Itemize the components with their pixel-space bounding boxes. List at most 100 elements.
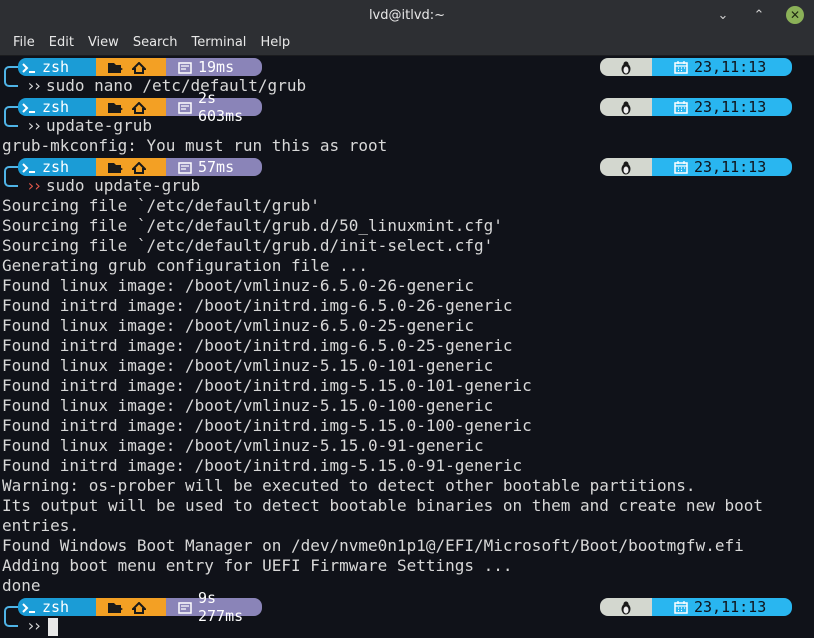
- shell-name: zsh: [42, 98, 70, 116]
- prompt-chevron-second: ›: [32, 116, 43, 135]
- output-line: Found linux image: /boot/vmlinuz-5.15.0-…: [2, 396, 494, 415]
- prompt-connector-bottom: [4, 116, 18, 127]
- output-line: Found linux image: /boot/vmlinuz-6.5.0-2…: [2, 276, 475, 295]
- clock-segment: 23,11:13: [652, 158, 792, 176]
- prompt-chevron-second: ›: [32, 76, 43, 95]
- clock-time: 23,11:13: [694, 598, 767, 616]
- clock-segment: 23,11:13: [652, 598, 792, 616]
- menu-search[interactable]: Search: [126, 35, 185, 50]
- menu-edit[interactable]: Edit: [42, 35, 81, 50]
- prompt-connector-bottom: [4, 176, 18, 187]
- output-line: Found initrd image: /boot/initrd.img-5.1…: [2, 416, 532, 435]
- terminal-prompt-icon: [22, 58, 36, 76]
- prompt-chevrons: ››: [26, 76, 42, 96]
- prompt-chevrons: ››: [26, 616, 42, 636]
- duration-segment: 9s 277ms: [166, 589, 262, 625]
- duration-segment: 57ms: [166, 158, 262, 176]
- command-line[interactable]: sudo nano /etc/default/grub: [46, 76, 306, 96]
- output-line: grub-mkconfig: You must run this as root: [2, 136, 388, 155]
- command-duration: 9s 277ms: [198, 589, 244, 625]
- prompt-chevron-second: ›: [32, 616, 43, 635]
- maximize-button[interactable]: ⌃: [750, 6, 768, 24]
- menu-view[interactable]: View: [81, 35, 126, 50]
- terminal-prompt-icon: [22, 158, 36, 176]
- timer-icon: [178, 598, 192, 616]
- output-line: Sourcing file `/etc/default/grub.d/init-…: [2, 236, 494, 255]
- window-controls: ⌄ ⌃ ✕: [714, 6, 804, 24]
- calendar-icon: [674, 58, 688, 76]
- output-line: Found initrd image: /boot/initrd.img-6.5…: [2, 296, 513, 315]
- command-text: update-grub: [46, 116, 152, 135]
- menu-file[interactable]: File: [6, 35, 42, 50]
- home-icon: [132, 98, 146, 116]
- folder-icon: [108, 598, 124, 616]
- directory-segment: [96, 598, 166, 616]
- linux-tux-icon: [620, 58, 632, 76]
- window-title: lvd@itlvd:~: [368, 7, 446, 23]
- folder-icon: [108, 98, 124, 116]
- output-line: Generating grub configuration file ...: [2, 256, 369, 275]
- command-line[interactable]: [46, 616, 58, 636]
- prompt-chevrons: ››: [26, 176, 42, 196]
- clock-segment: 23,11:13: [652, 98, 792, 116]
- menu-help[interactable]: Help: [253, 35, 297, 50]
- shell-segment: zsh: [18, 58, 96, 76]
- terminal-window: lvd@itlvd:~ ⌄ ⌃ ✕ File Edit View Search …: [0, 0, 814, 638]
- output-line: Its output will be used to detect bootab…: [2, 496, 763, 515]
- terminal-prompt-icon: [22, 598, 36, 616]
- linux-tux-icon: [620, 158, 632, 176]
- prompt-chevron-second: ›: [32, 176, 43, 195]
- os-segment: [600, 58, 652, 76]
- terminal-prompt-icon: [22, 98, 36, 116]
- directory-segment: [96, 58, 166, 76]
- duration-segment: 2s 603ms: [166, 89, 262, 125]
- clock-time: 23,11:13: [694, 98, 767, 116]
- output-line: done: [2, 576, 41, 595]
- calendar-icon: [674, 98, 688, 116]
- output-line: Found Windows Boot Manager on /dev/nvme0…: [2, 536, 744, 555]
- command-text: sudo nano /etc/default/grub: [46, 76, 307, 95]
- command-line[interactable]: sudo update-grub: [46, 176, 200, 196]
- directory-segment: [96, 158, 166, 176]
- output-line: entries.: [2, 516, 80, 535]
- text-cursor: [48, 617, 58, 636]
- home-icon: [132, 58, 146, 76]
- menu-terminal[interactable]: Terminal: [184, 35, 253, 50]
- linux-tux-icon: [620, 598, 632, 616]
- command-duration: 57ms: [198, 158, 235, 176]
- shell-segment: zsh: [18, 158, 96, 176]
- home-icon: [132, 158, 146, 176]
- output-line: Found initrd image: /boot/initrd.img-5.1…: [2, 376, 532, 395]
- timer-icon: [178, 158, 192, 176]
- output-line: Sourcing file `/etc/default/grub': [2, 196, 320, 215]
- command-line[interactable]: update-grub: [46, 116, 152, 136]
- shell-segment: zsh: [18, 98, 96, 116]
- duration-segment: 19ms: [166, 58, 262, 76]
- shell-segment: zsh: [18, 598, 96, 616]
- output-line: Found linux image: /boot/vmlinuz-5.15.0-…: [2, 436, 484, 455]
- prompt-bar: zsh 57ms 23,11:13: [0, 156, 814, 178]
- shell-name: zsh: [42, 598, 70, 616]
- output-line: Found initrd image: /boot/initrd.img-6.5…: [2, 336, 513, 355]
- close-button[interactable]: ✕: [786, 6, 804, 24]
- prompt-connector-bottom: [4, 616, 18, 627]
- terminal-output[interactable]: zsh 19ms 23,11:13 ›› sudo nano /etc/default/…: [0, 56, 814, 638]
- os-segment: [600, 598, 652, 616]
- minimize-button[interactable]: ⌄: [714, 6, 732, 24]
- menu-bar: File Edit View Search Terminal Help: [0, 30, 814, 56]
- shell-name: zsh: [42, 158, 70, 176]
- output-line: Found linux image: /boot/vmlinuz-6.5.0-2…: [2, 316, 475, 335]
- prompt-connector-bottom: [4, 76, 18, 87]
- title-bar[interactable]: lvd@itlvd:~ ⌄ ⌃ ✕: [0, 0, 814, 30]
- calendar-icon: [674, 158, 688, 176]
- directory-segment: [96, 98, 166, 116]
- command-duration: 2s 603ms: [198, 89, 244, 125]
- prompt-bar: zsh 19ms 23,11:13: [0, 56, 814, 78]
- linux-tux-icon: [620, 98, 632, 116]
- folder-icon: [108, 58, 124, 76]
- output-line: Warning: os-prober will be executed to d…: [2, 476, 696, 495]
- output-line: Found linux image: /boot/vmlinuz-5.15.0-…: [2, 356, 494, 375]
- timer-icon: [178, 58, 192, 76]
- command-duration: 19ms: [198, 58, 235, 76]
- home-icon: [132, 598, 146, 616]
